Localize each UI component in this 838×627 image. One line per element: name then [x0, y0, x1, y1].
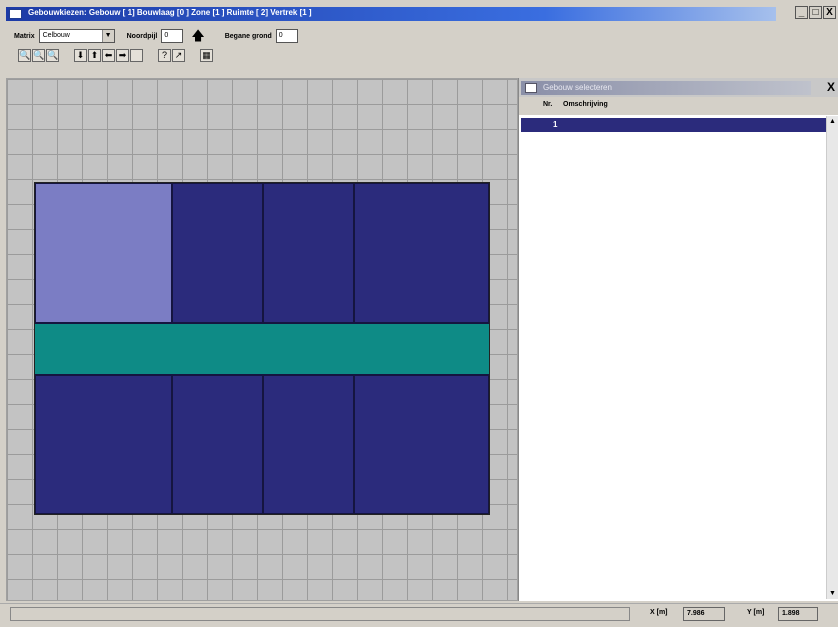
panel-title-strip: Gebouw selecteren: [521, 81, 811, 95]
room[interactable]: [263, 183, 354, 323]
panel-close-icon[interactable]: X: [827, 81, 835, 93]
move-left-button[interactable]: ⬅: [102, 48, 115, 62]
toolbar-row-1: Matrix Celbouw ▼ Noordpijl 0 🡅 Begane gr…: [14, 28, 298, 44]
pointer-button[interactable]: ↗: [172, 48, 185, 62]
window-title: Gebouwkiezen: Gebouw [ 1] Bouwlaag [0 ] …: [28, 8, 312, 17]
list-item-nr: 1: [553, 120, 558, 129]
room[interactable]: [263, 375, 354, 514]
scroll-up-icon[interactable]: ▲: [829, 118, 836, 125]
matrix-select-value: Celbouw: [42, 32, 70, 39]
list-item[interactable]: 1: [521, 118, 826, 132]
status-bar: X [m] 7.986 Y [m] 1.898: [0, 603, 838, 623]
matrix-label: Matrix: [14, 32, 35, 40]
x-coord-value: 7.986: [683, 607, 725, 621]
title-strip: Gebouwkiezen: Gebouw [ 1] Bouwlaag [0 ] …: [6, 7, 776, 21]
blank-button[interactable]: [130, 48, 143, 62]
zoom-fit-button[interactable]: 🔍: [46, 48, 59, 62]
minimize-button[interactable]: _: [795, 6, 808, 19]
move-down-button[interactable]: ⬇: [74, 48, 87, 62]
app-icon: [9, 9, 22, 19]
title-bar: Gebouwkiezen: Gebouw [ 1] Bouwlaag [0 ] …: [0, 4, 838, 24]
help-button[interactable]: ?: [158, 48, 171, 62]
move-right-button[interactable]: ➡: [116, 48, 129, 62]
toolbar-row-2: 🔍 🔍 🔍 ⬇ ⬆ ⬅ ➡ ? ↗ ▦: [18, 47, 214, 63]
panel-title: Gebouw selecteren: [543, 83, 612, 92]
ground-floor-label: Begane grond: [224, 32, 272, 40]
y-coord-label: Y [m]: [747, 609, 765, 616]
window-controls: _ □ X: [795, 6, 836, 19]
northarrow-input[interactable]: 0: [161, 29, 184, 43]
chevron-down-icon[interactable]: ▼: [101, 30, 114, 42]
move-up-button[interactable]: ⬆: [88, 48, 101, 62]
panel-title-bar: Gebouw selecteren X: [519, 78, 838, 97]
building-select-panel: Gebouw selecteren X Nr. Omschrijving 1 ▲…: [518, 78, 838, 601]
column-description[interactable]: Omschrijving: [563, 101, 608, 108]
room[interactable]: [172, 375, 263, 514]
room[interactable]: [354, 375, 489, 514]
zoom-out-button[interactable]: 🔍: [32, 48, 45, 62]
maximize-button[interactable]: □: [809, 6, 822, 19]
north-arrow-icon: 🡅: [191, 28, 205, 43]
northarrow-label: Noordpijl: [126, 32, 158, 40]
room[interactable]: [172, 183, 263, 323]
grid-button[interactable]: ▦: [200, 48, 213, 62]
ground-floor-input[interactable]: 0: [275, 29, 298, 43]
panel-column-header: Nr. Omschrijving: [519, 97, 838, 115]
panel-scrollbar[interactable]: ▲ ▼: [826, 116, 838, 599]
corridor[interactable]: [35, 323, 489, 375]
y-coord-value: 1.898: [778, 607, 818, 621]
matrix-select[interactable]: Celbouw ▼: [38, 29, 115, 43]
building-floorplan[interactable]: [34, 182, 490, 515]
room[interactable]: [354, 183, 489, 323]
room[interactable]: [35, 375, 172, 514]
panel-icon: [525, 83, 537, 93]
x-coord-label: X [m]: [650, 609, 668, 616]
zoom-in-button[interactable]: 🔍: [18, 48, 31, 62]
room-selected[interactable]: [35, 183, 172, 323]
close-button[interactable]: X: [823, 6, 836, 19]
column-nr[interactable]: Nr.: [543, 101, 552, 108]
scroll-down-icon[interactable]: ▼: [829, 590, 836, 597]
status-message: [10, 607, 630, 621]
